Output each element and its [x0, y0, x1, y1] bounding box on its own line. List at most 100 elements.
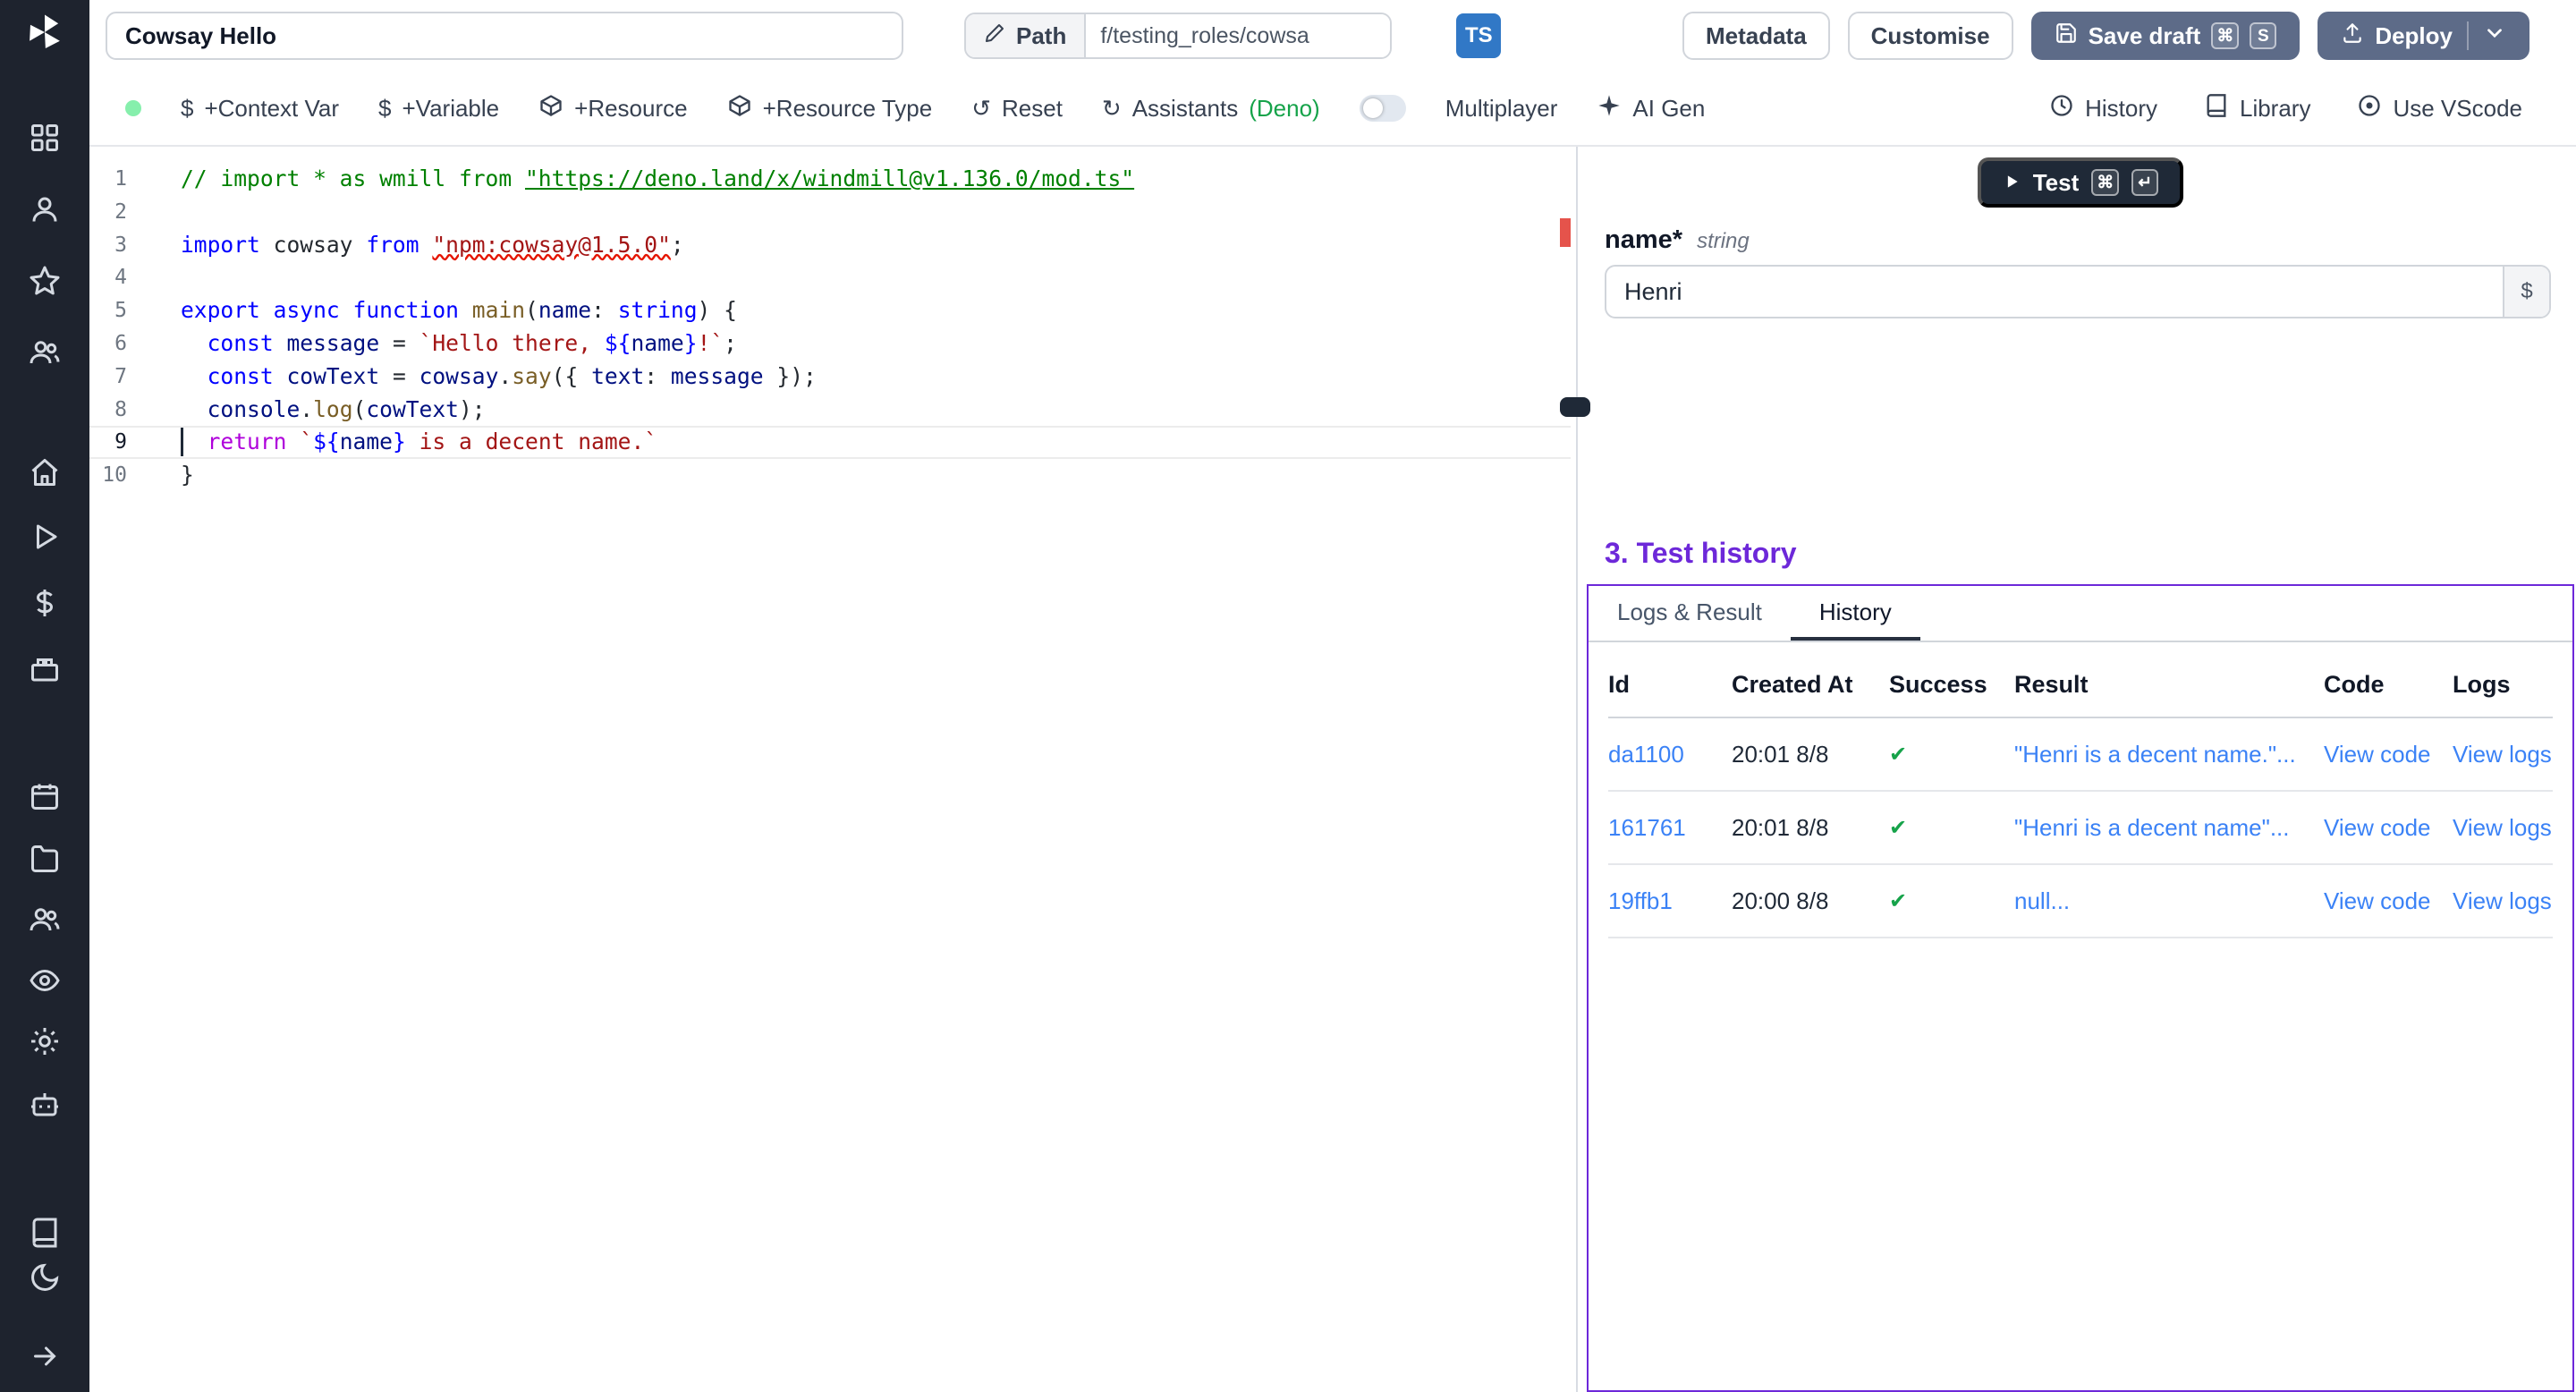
- code-editor[interactable]: 1// import * as wmill from "https://deno…: [89, 147, 1571, 1392]
- toolbar-right-group: History Library Use VScode: [2049, 93, 2522, 124]
- add-resource-type-button[interactable]: +Resource Type: [727, 93, 933, 124]
- windmill-logo[interactable]: [0, 13, 89, 52]
- reset-button[interactable]: ↺Reset: [971, 95, 1063, 123]
- sidebar-item-variables[interactable]: [0, 587, 89, 626]
- code-line[interactable]: 8 console.log(cowText);: [89, 394, 1571, 427]
- history-button[interactable]: History: [2049, 93, 2157, 124]
- add-context-var-button[interactable]: $+Context Var: [181, 95, 339, 123]
- sidebar-item-folders[interactable]: [0, 843, 89, 882]
- chevron-down-icon[interactable]: [2483, 21, 2506, 51]
- save-draft-label: Save draft: [2089, 22, 2201, 50]
- home-icon: [29, 456, 61, 496]
- history-label: History: [2085, 95, 2157, 123]
- splitter-line: [1576, 147, 1578, 1392]
- assistants-lang-label: (Deno): [1249, 95, 1319, 123]
- add-variable-label: +Variable: [402, 95, 499, 123]
- library-button[interactable]: Library: [2204, 93, 2310, 124]
- history-table: Id Created At Success Result Code Logs d…: [1589, 642, 2572, 938]
- save-draft-button[interactable]: Save draft ⌘ S: [2031, 12, 2301, 60]
- add-resource-button[interactable]: +Resource: [538, 93, 687, 124]
- view-logs-link[interactable]: View logs: [2453, 887, 2553, 915]
- code-line[interactable]: 2: [89, 196, 1571, 229]
- view-code-link[interactable]: View code: [2324, 887, 2453, 915]
- pencil-icon: [984, 22, 1005, 50]
- sidebar-item-groups[interactable]: [0, 904, 89, 943]
- sidebar-item-home[interactable]: [0, 456, 89, 496]
- name-argument-input[interactable]: [1605, 265, 2551, 318]
- view-logs-link[interactable]: View logs: [2453, 814, 2553, 842]
- customise-button[interactable]: Customise: [1848, 12, 2013, 60]
- run-id-link[interactable]: 161761: [1608, 814, 1732, 842]
- ai-gen-button[interactable]: AI Gen: [1597, 93, 1705, 124]
- line-number: 2: [89, 196, 181, 229]
- view-code-link[interactable]: View code: [2324, 814, 2453, 842]
- run-id-link[interactable]: 19ffb1: [1608, 887, 1732, 915]
- result-link[interactable]: null...: [2014, 887, 2324, 915]
- metadata-button[interactable]: Metadata: [1682, 12, 1830, 60]
- deploy-button[interactable]: Deploy: [2318, 12, 2529, 60]
- gear-icon: [29, 1025, 61, 1065]
- test-button[interactable]: Test ⌘ ↵: [1978, 157, 2184, 208]
- path-group: Path: [964, 13, 1392, 59]
- code-line[interactable]: 4: [89, 261, 1571, 294]
- group-icon: [29, 904, 61, 943]
- sidebar-item-favorites[interactable]: [0, 265, 89, 304]
- sidebar-item-apps-grid[interactable]: [0, 122, 89, 161]
- multiplayer-toggle[interactable]: [1360, 95, 1406, 122]
- line-number: 8: [89, 394, 181, 427]
- book-icon: [29, 1217, 61, 1256]
- path-input[interactable]: [1086, 14, 1390, 57]
- assistants-button[interactable]: ↻Assistants(Deno): [1102, 95, 1320, 123]
- sidebar-item-profile[interactable]: [0, 193, 89, 233]
- sidebar-item-runs[interactable]: [0, 521, 89, 560]
- run-id-link[interactable]: da1100: [1608, 741, 1732, 768]
- use-vscode-button[interactable]: Use VScode: [2357, 93, 2522, 124]
- panel-splitter[interactable]: [1571, 147, 1585, 1392]
- code-line[interactable]: 3import cowsay from "npm:cowsay@1.5.0";: [89, 229, 1571, 262]
- code-line[interactable]: 6 const message = `Hello there, ${name}!…: [89, 327, 1571, 361]
- tab-history[interactable]: History: [1791, 586, 1920, 641]
- ai-sparkle-icon: [1597, 93, 1622, 124]
- moon-icon: [29, 1261, 61, 1301]
- sidebar-item-docs[interactable]: [0, 1217, 89, 1256]
- sidebar-item-workers[interactable]: [0, 1088, 89, 1127]
- test-history-panel: Logs & Result History Id Created At Succ…: [1587, 584, 2574, 1392]
- add-resource-label: +Resource: [574, 95, 687, 123]
- dark-mode-toggle[interactable]: [0, 1261, 89, 1301]
- line-number: 10: [89, 459, 181, 492]
- view-code-link[interactable]: View code: [2324, 741, 2453, 768]
- eye-icon: [29, 964, 61, 1004]
- code-text: const message = `Hello there, ${name}!`;: [181, 327, 737, 361]
- table-row: 161761 20:01 8/8 ✔ "Henri is a decent na…: [1608, 792, 2553, 865]
- tab-logs-result[interactable]: Logs & Result: [1589, 586, 1791, 641]
- code-line[interactable]: 7 const cowText = cowsay.say({ text: mes…: [89, 361, 1571, 394]
- line-number: 3: [89, 229, 181, 262]
- view-logs-link[interactable]: View logs: [2453, 741, 2553, 768]
- sidebar-item-resources[interactable]: [0, 653, 89, 692]
- sidebar-item-schedules[interactable]: [0, 780, 89, 819]
- script-name-input[interactable]: [106, 12, 903, 60]
- code-line[interactable]: 1// import * as wmill from "https://deno…: [89, 163, 1571, 196]
- use-vscode-label: Use VScode: [2393, 95, 2522, 123]
- code-line[interactable]: 5export async function main(name: string…: [89, 294, 1571, 327]
- add-variable-button[interactable]: $+Variable: [378, 95, 499, 123]
- splitter-drag-handle[interactable]: [1560, 397, 1590, 417]
- col-id: Id: [1608, 671, 1732, 699]
- preview-panel: Test ⌘ ↵ name* string $ 3. Test his: [1585, 147, 2576, 1392]
- edit-path-button[interactable]: Path: [966, 14, 1086, 57]
- sidebar-item-workspace-users[interactable]: [0, 336, 89, 376]
- editor-toolbar: $+Context Var $+Variable +Resource +Reso…: [89, 72, 2576, 147]
- multiplayer-label: Multiplayer: [1445, 95, 1558, 123]
- sidebar-item-audit-logs[interactable]: [0, 964, 89, 1004]
- save-icon: [2055, 21, 2078, 51]
- sidebar-item-settings[interactable]: [0, 1025, 89, 1065]
- expand-sidebar-button[interactable]: [0, 1340, 89, 1379]
- test-label: Test: [2033, 169, 2080, 197]
- result-link[interactable]: "Henri is a decent name."...: [2014, 741, 2324, 768]
- code-line[interactable]: 9 return `${name} is a decent name.`: [89, 426, 1571, 459]
- code-line[interactable]: 10}: [89, 459, 1571, 492]
- variable-picker-button[interactable]: $: [2503, 267, 2549, 317]
- field-label-row: name* string: [1605, 225, 2551, 254]
- result-link[interactable]: "Henri is a decent name"...: [2014, 814, 2324, 842]
- add-resource-type-label: +Resource Type: [763, 95, 933, 123]
